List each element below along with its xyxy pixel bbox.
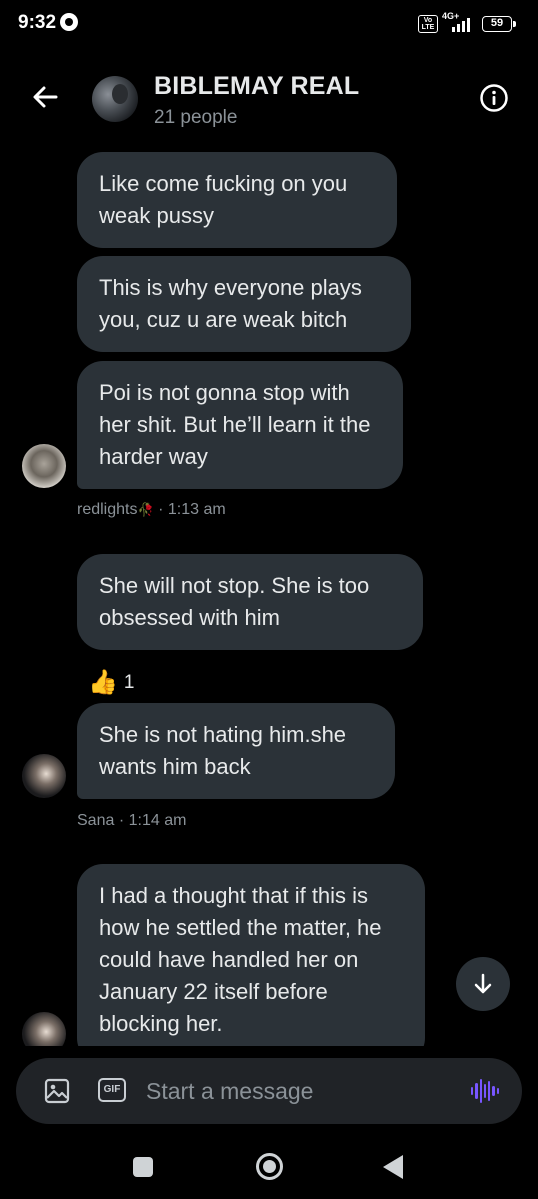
- message-bubble[interactable]: Poi is not gonna stop with her shit. But…: [77, 361, 403, 489]
- message-input[interactable]: [146, 1074, 446, 1108]
- arrow-left-icon: [33, 86, 58, 108]
- message-time: · 1:14 am: [118, 812, 187, 829]
- sender-name[interactable]: redlights: [77, 501, 137, 518]
- message-bubble[interactable]: Like come fucking on you weak pussy: [77, 152, 397, 248]
- message-text: She will not stop. She is too obsessed w…: [99, 573, 370, 630]
- message-meta: Sana · 1:14 am: [77, 812, 186, 830]
- info-button[interactable]: [479, 83, 509, 113]
- message-text: Like come fucking on you weak pussy: [99, 171, 348, 228]
- reaction-badge[interactable]: 👍 1: [88, 668, 134, 697]
- image-icon: [44, 1078, 70, 1104]
- volte-icon: Vo LTE: [418, 15, 438, 33]
- message-bubble[interactable]: This is why everyone plays you, cuz u ar…: [77, 256, 411, 352]
- group-member-count[interactable]: 21 people: [154, 107, 237, 129]
- message-bubble[interactable]: I had a thought that if this is how he s…: [77, 864, 425, 1064]
- system-back-button[interactable]: [383, 1155, 403, 1179]
- sender-avatar[interactable]: [22, 444, 66, 488]
- thumbs-up-icon: 👍: [88, 669, 118, 696]
- message-text: Poi is not gonna stop with her shit. But…: [99, 380, 371, 469]
- group-avatar[interactable]: [92, 76, 138, 122]
- message-bubble[interactable]: She will not stop. She is too obsessed w…: [77, 554, 423, 650]
- signal-icon: [452, 18, 470, 32]
- sender-avatar[interactable]: [22, 754, 66, 798]
- message-meta: redlights🥀 · 1:13 am: [77, 501, 226, 519]
- reaction-count: 1: [123, 671, 135, 693]
- message-composer: GIF: [16, 1058, 522, 1124]
- scroll-to-bottom-button[interactable]: [456, 957, 510, 1011]
- image-button[interactable]: [44, 1078, 70, 1104]
- battery-icon: 59: [482, 16, 516, 32]
- system-nav-bar: [0, 1140, 538, 1199]
- sender-name[interactable]: Sana: [77, 812, 114, 829]
- status-time: 9:32: [18, 12, 57, 33]
- message-text: She is not hating him.she wants him back: [99, 722, 347, 779]
- home-button[interactable]: [256, 1153, 283, 1180]
- arrow-down-icon: [474, 973, 492, 994]
- rose-emoji: 🥀: [137, 502, 154, 517]
- message-text: This is why everyone plays you, cuz u ar…: [99, 275, 362, 332]
- back-button[interactable]: [28, 80, 62, 114]
- recents-button[interactable]: [133, 1157, 153, 1177]
- status-bar: 9:32 Vo LTE 4G+ 59: [0, 0, 538, 48]
- info-icon: [480, 84, 508, 112]
- group-title[interactable]: BIBLEMAY REAL: [154, 72, 359, 101]
- message-bubble[interactable]: She is not hating him.she wants him back: [77, 703, 395, 799]
- message-text: I had a thought that if this is how he s…: [99, 883, 382, 1036]
- message-time: · 1:13 am: [158, 501, 226, 518]
- whatsapp-notification-icon: [60, 13, 78, 31]
- gif-button[interactable]: GIF: [98, 1078, 126, 1102]
- voice-message-button[interactable]: [471, 1078, 499, 1104]
